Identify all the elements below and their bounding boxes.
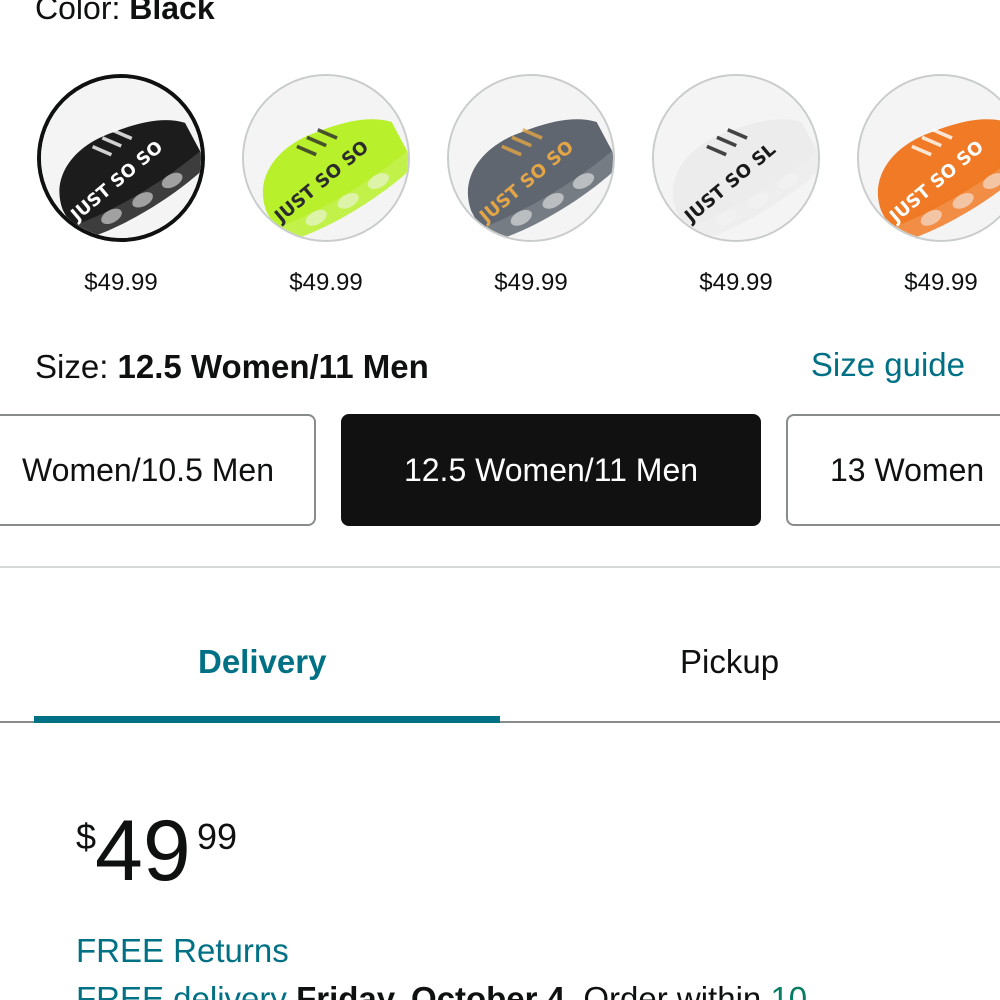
color-swatch-green[interactable]: JUST SO SO	[242, 74, 410, 242]
size-label: Size: 12.5 Women/11 Men	[35, 346, 429, 388]
free-delivery-link[interactable]: FREE delivery	[76, 980, 296, 1000]
size-option-13-women[interactable]: 13 Women	[786, 414, 1000, 526]
order-within-text: . Order within	[565, 980, 771, 1000]
tab-delivery[interactable]: Delivery	[198, 640, 326, 684]
size-option-label: Women/10.5 Men	[22, 451, 274, 488]
swatch-price-black: $49.99	[84, 269, 158, 296]
size-option-label: 12.5 Women/11 Men	[403, 451, 699, 488]
size-option-11-men[interactable]: 12.5 Women/11 Men	[341, 414, 761, 526]
sneaker-image: JUST SO SO	[41, 78, 201, 238]
section-divider	[0, 566, 1000, 568]
size-option-label: 13 Women	[830, 451, 985, 488]
swatch-price-green: $49.99	[289, 269, 363, 296]
sneaker-image: JUST SO SO	[449, 76, 613, 240]
color-swatch-gray[interactable]: JUST SO SO	[447, 74, 615, 242]
color-swatch-black[interactable]: JUST SO SO	[37, 74, 205, 242]
size-option-10-5-men[interactable]: Women/10.5 Men	[0, 414, 316, 526]
selected-color-value: Black	[129, 0, 215, 26]
color-label-prefix: Color:	[35, 0, 130, 26]
order-countdown: 10	[770, 980, 808, 1000]
size-guide-link[interactable]: Size guide	[811, 344, 965, 386]
swatch-price-white: $49.99	[699, 269, 773, 296]
color-swatch-white[interactable]: JUST SO SL	[652, 74, 820, 242]
color-swatch-orange[interactable]: JUST SO SO	[857, 74, 1000, 242]
price-currency-symbol: $	[76, 816, 97, 857]
sneaker-image: JUST SO SO	[244, 76, 408, 240]
tab-pickup[interactable]: Pickup	[680, 640, 779, 684]
delivery-date: Friday, October 4	[296, 980, 566, 1000]
swatch-price-orange: $49.99	[904, 269, 978, 296]
price-fraction: 99	[197, 816, 238, 857]
sneaker-image: JUST SO SO	[859, 76, 1000, 240]
price-whole: 49	[95, 803, 191, 899]
free-returns-link[interactable]: FREE Returns	[76, 930, 289, 972]
size-label-prefix: Size:	[35, 348, 118, 385]
active-tab-indicator	[34, 716, 500, 723]
color-label: Color: Black	[35, 0, 215, 28]
swatch-price-gray: $49.99	[494, 269, 568, 296]
sneaker-image: JUST SO SL	[654, 76, 818, 240]
selected-size-value: 12.5 Women/11 Men	[117, 348, 429, 385]
product-options-page: Color: Black JUST SO SO $49.99 JUST SO S…	[0, 0, 1000, 1000]
delivery-message: FREE delivery Friday, October 4. Order w…	[76, 978, 807, 1000]
